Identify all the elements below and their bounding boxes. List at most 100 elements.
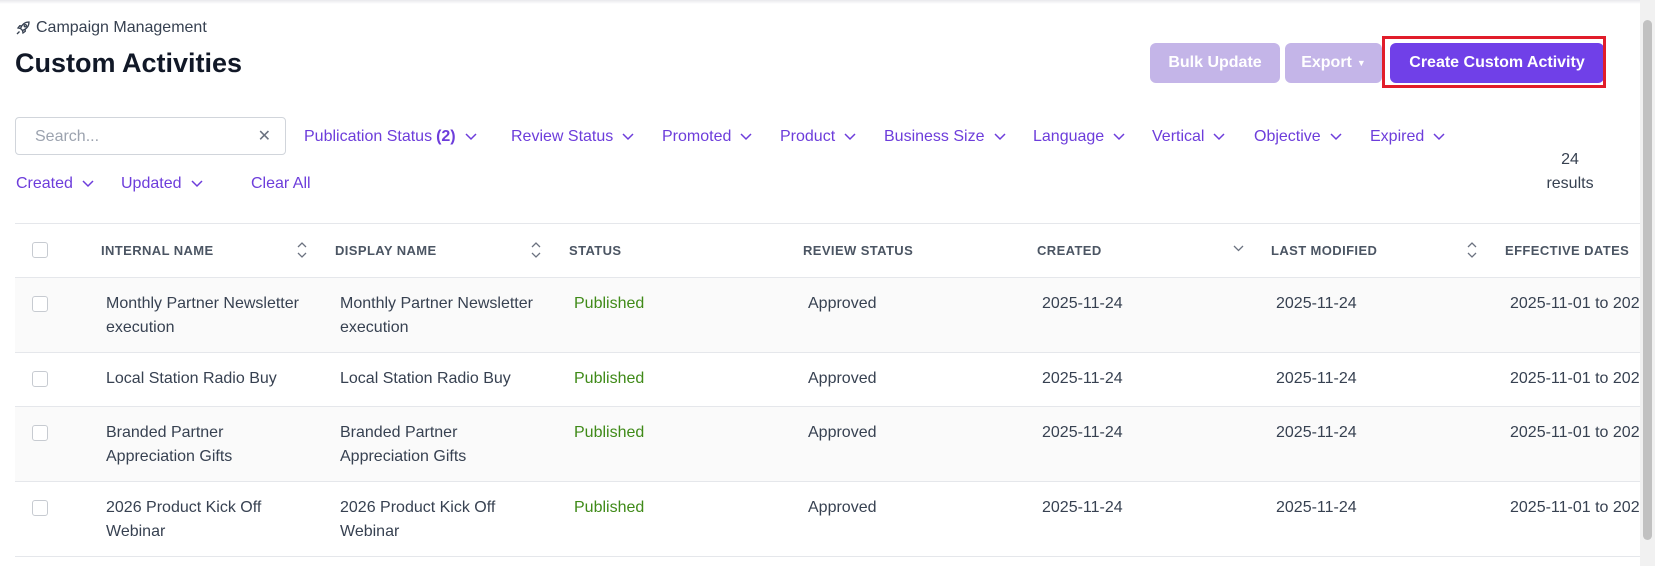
cell-effective-dates: 2025-11-01 to 202 <box>1510 424 1640 441</box>
chevron-down-icon <box>622 133 634 141</box>
cell-review-status: Approved <box>808 499 877 516</box>
column-effective-dates[interactable]: EFFECTIVE DATES <box>1505 243 1629 258</box>
column-review-status: REVIEW STATUS <box>803 243 914 258</box>
cell-internal-name[interactable]: 2026 Product Kick Off Webinar <box>106 496 311 544</box>
filter-language[interactable]: Language <box>1033 128 1125 146</box>
chevron-down-icon <box>1433 133 1445 141</box>
table-row[interactable]: Local Station Radio Buy Local Station Ra… <box>15 353 1640 407</box>
results-count: 24 results <box>1535 148 1605 196</box>
bulk-update-button[interactable]: Bulk Update <box>1150 43 1280 83</box>
results-number: 24 <box>1561 151 1579 168</box>
chevron-down-icon <box>1213 133 1225 141</box>
chevron-down-icon <box>740 133 752 141</box>
filter-label: Expired <box>1370 128 1425 145</box>
column-last-modified[interactable]: LAST MODIFIED <box>1271 243 1377 258</box>
chevron-down-icon <box>844 133 856 141</box>
vertical-scrollbar[interactable] <box>1640 0 1655 566</box>
filter-label: Business Size <box>884 128 985 145</box>
filter-label: Updated <box>121 175 182 192</box>
search-box[interactable]: ✕ <box>15 117 286 155</box>
filter-expired[interactable]: Expired <box>1370 128 1445 146</box>
filter-label: Created <box>16 175 73 192</box>
cell-created: 2025-11-24 <box>1042 295 1123 312</box>
sort-icon[interactable] <box>297 241 307 259</box>
cell-last-modified: 2025-11-24 <box>1276 424 1357 441</box>
row-checkbox[interactable] <box>32 371 48 387</box>
cell-status: Published <box>574 499 645 516</box>
table-row[interactable]: 2026 Product Kick Off Webinar 2026 Produ… <box>15 482 1640 557</box>
search-input[interactable] <box>33 127 257 147</box>
column-status: STATUS <box>569 243 622 258</box>
filter-updated[interactable]: Updated <box>121 175 203 193</box>
cell-status: Published <box>574 295 645 312</box>
cell-review-status: Approved <box>808 424 877 441</box>
table-row[interactable]: Monthly Partner Newsletter execution Mon… <box>15 278 1640 353</box>
results-label: results <box>1546 175 1594 192</box>
cell-review-status: Approved <box>808 295 877 312</box>
table-header: INTERNAL NAME DISPLAY NAME STATUS REVIEW… <box>15 224 1640 278</box>
cell-display-name: Local Station Radio Buy <box>340 370 511 387</box>
row-checkbox[interactable] <box>32 425 48 441</box>
cell-review-status: Approved <box>808 370 877 387</box>
filter-label: Vertical <box>1152 128 1205 145</box>
sort-descending-icon[interactable] <box>1233 245 1244 253</box>
filter-label: Publication Status <box>304 128 433 145</box>
filter-promoted[interactable]: Promoted <box>662 128 752 146</box>
sort-icon[interactable] <box>531 241 541 259</box>
filter-label: Promoted <box>662 128 732 145</box>
filter-review-status[interactable]: Review Status <box>511 128 634 146</box>
cell-created: 2025-11-24 <box>1042 370 1123 387</box>
filter-publication-status[interactable]: Publication Status (2) <box>304 128 477 146</box>
cell-effective-dates: 2025-11-01 to 202 <box>1510 295 1640 312</box>
column-internal-name[interactable]: INTERNAL NAME <box>101 243 214 258</box>
chevron-down-icon <box>1113 133 1125 141</box>
filter-created[interactable]: Created <box>16 175 94 193</box>
chevron-down-icon <box>1330 133 1342 141</box>
cell-display-name: Branded Partner Appreciation Gifts <box>340 424 467 465</box>
sort-icon[interactable] <box>1467 241 1477 259</box>
filter-product[interactable]: Product <box>780 128 856 146</box>
create-custom-activity-button[interactable]: Create Custom Activity <box>1390 43 1604 83</box>
chevron-down-icon <box>465 133 477 141</box>
cell-last-modified: 2025-11-24 <box>1276 295 1357 312</box>
column-created[interactable]: CREATED <box>1037 243 1102 258</box>
rocket-icon <box>16 21 30 35</box>
export-button[interactable]: Export ▼ <box>1285 43 1382 83</box>
cell-effective-dates: 2025-11-01 to 202 <box>1510 499 1640 516</box>
row-checkbox[interactable] <box>32 296 48 312</box>
row-checkbox[interactable] <box>32 500 48 516</box>
breadcrumb-label: Campaign Management <box>36 19 207 36</box>
cell-display-name: Monthly Partner Newsletter execution <box>340 295 533 336</box>
activities-table: INTERNAL NAME DISPLAY NAME STATUS REVIEW… <box>15 223 1640 567</box>
top-shadow <box>0 0 1640 4</box>
cell-last-modified: 2025-11-24 <box>1276 370 1357 387</box>
cell-internal-name[interactable]: Local Station Radio Buy <box>106 367 277 391</box>
chevron-down-icon <box>993 133 1006 141</box>
clear-icon[interactable]: ✕ <box>258 126 271 146</box>
cell-internal-name[interactable]: Branded Partner Appreciation Gifts <box>106 421 311 469</box>
cell-created: 2025-11-24 <box>1042 499 1123 516</box>
caret-down-icon: ▼ <box>1356 58 1366 68</box>
chevron-down-icon <box>190 180 203 188</box>
scrollbar-thumb[interactable] <box>1643 20 1652 540</box>
filter-label: Review Status <box>511 128 614 145</box>
export-label: Export <box>1301 54 1352 71</box>
filter-objective[interactable]: Objective <box>1254 128 1342 146</box>
cell-status: Published <box>574 424 645 441</box>
chevron-down-icon <box>82 180 94 188</box>
cell-status: Published <box>574 370 645 387</box>
filter-label: Language <box>1033 128 1105 145</box>
cell-last-modified: 2025-11-24 <box>1276 499 1357 516</box>
clear-all-link[interactable]: Clear All <box>251 175 311 193</box>
column-display-name[interactable]: DISPLAY NAME <box>335 243 437 258</box>
filter-business-size[interactable]: Business Size <box>884 128 1006 146</box>
filter-count: (2) <box>436 128 456 145</box>
filter-vertical[interactable]: Vertical <box>1152 128 1225 146</box>
select-all-checkbox[interactable] <box>32 242 48 258</box>
breadcrumb[interactable]: Campaign Management <box>15 19 207 37</box>
table-row[interactable]: Branded Partner Appreciation Gifts Brand… <box>15 407 1640 482</box>
cell-internal-name[interactable]: Monthly Partner Newsletter execution <box>106 292 311 340</box>
filter-label: Objective <box>1254 128 1321 145</box>
page-title: Custom Activities <box>15 48 243 78</box>
cell-created: 2025-11-24 <box>1042 424 1123 441</box>
